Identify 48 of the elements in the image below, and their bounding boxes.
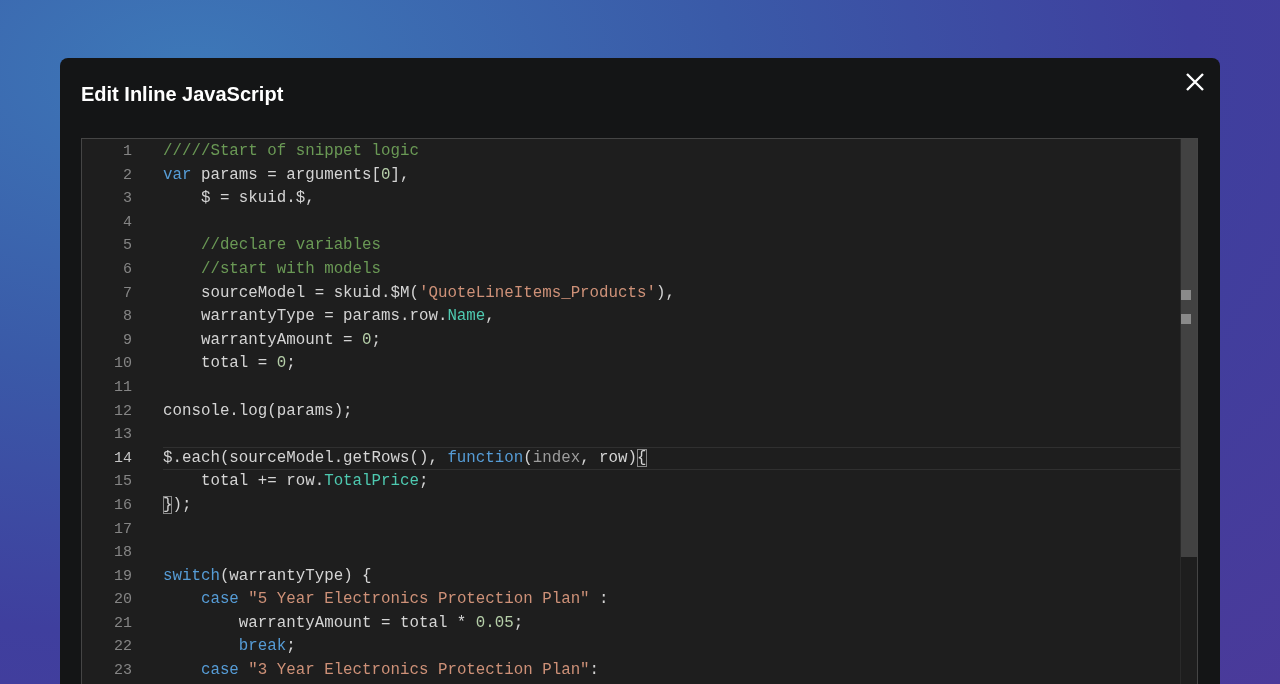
scrollbar[interactable]: [1180, 139, 1197, 684]
minimap-mark: [1181, 290, 1191, 300]
code-line: /////Start of snippet logic: [163, 141, 420, 162]
line-number: 11: [113, 377, 132, 398]
line-number: 3: [122, 189, 132, 210]
code-line: sourceModel = skuid.$M('QuoteLineItems_Products'),: [199, 282, 676, 304]
line-number: 7: [122, 283, 132, 304]
line-number: 13: [113, 425, 132, 446]
scrollbar-thumb[interactable]: [1181, 139, 1197, 557]
code-line: console.log(params);: [163, 400, 354, 422]
minimap-mark: [1181, 314, 1191, 324]
code-line: var params = arguments[0],: [163, 164, 411, 186]
code-line: case "5 Year Electronics Protection Plan" :: [199, 589, 610, 611]
line-number: 9: [122, 330, 132, 351]
code-editor[interactable]: [81, 138, 1198, 684]
line-number: 16: [113, 495, 132, 516]
code-line: $ = skuid.$,: [199, 188, 316, 210]
close-icon: [1185, 72, 1205, 92]
code-line: break;: [237, 636, 297, 658]
line-number: 10: [113, 354, 132, 375]
code-line: });: [163, 494, 193, 516]
code-line: total += row.TotalPrice;: [199, 471, 430, 493]
line-number: 2: [122, 165, 132, 186]
line-number: 15: [113, 472, 132, 493]
line-number: 14: [113, 448, 132, 469]
code-line: warrantyAmount = total * 0.05;: [237, 612, 525, 634]
line-number: 17: [113, 519, 132, 540]
code-line: case "3 Year Electronics Protection Plan":: [199, 660, 601, 682]
line-number: 4: [122, 212, 132, 233]
line-number: 23: [113, 661, 132, 682]
line-number: 19: [113, 566, 132, 587]
dialog-title: Edit Inline JavaScript: [81, 82, 284, 107]
code-line: //start with models: [199, 258, 383, 280]
line-number: 1: [122, 142, 132, 162]
line-number: 5: [122, 236, 132, 257]
line-number: 20: [113, 590, 132, 611]
code-line: switch(warrantyType) {: [163, 565, 373, 587]
line-number: 21: [113, 613, 132, 634]
line-number: 18: [113, 543, 132, 564]
line-number: 6: [122, 259, 132, 280]
line-number: 22: [113, 637, 132, 658]
code-line: //declare variables: [199, 235, 383, 257]
code-line: $.each(sourceModel.getRows(), function(index, row){: [163, 446, 1180, 471]
line-number: 8: [122, 307, 132, 328]
code-line: warrantyType = params.row.Name,: [199, 306, 496, 328]
line-number: 12: [113, 401, 132, 422]
code-line: warrantyAmount = 0;: [199, 329, 383, 351]
code-line: total = 0;: [199, 353, 297, 375]
